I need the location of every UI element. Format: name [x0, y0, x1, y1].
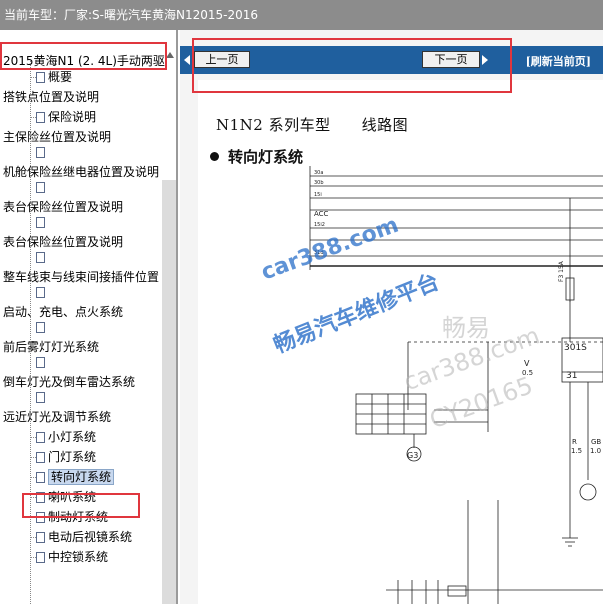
sidebar-item[interactable]: 制动灯系统: [36, 508, 108, 526]
sidebar-item-label: 表台保险丝位置及说明: [3, 200, 124, 214]
sidebar-item[interactable]: 保险说明: [36, 108, 96, 126]
sidebar-item[interactable]: 前后雾灯灯光系统: [3, 338, 99, 356]
gb-label: GB: [591, 438, 601, 446]
sidebar-item-label: 转向灯系统: [48, 469, 115, 485]
document-icon: [36, 552, 45, 563]
document-icon: [36, 432, 45, 443]
gb-size-label: 1.0: [590, 447, 601, 455]
sidebar-item-label: 前后雾灯灯光系统: [3, 340, 100, 354]
sidebar-item[interactable]: 表台保险丝位置及说明: [3, 233, 123, 251]
document-icon: [36, 357, 45, 368]
sidebar-item-label: 主保险丝位置及说明: [3, 130, 112, 144]
sidebar-item[interactable]: 小灯系统: [36, 428, 96, 446]
next-arrow-icon[interactable]: [482, 55, 488, 65]
sidebar-item[interactable]: 中控锁系统: [36, 548, 108, 566]
scroll-up-arrow-icon[interactable]: [166, 52, 174, 58]
sidebar-item-label: 喇叭系统: [48, 490, 97, 504]
prev-arrow-icon[interactable]: [184, 55, 190, 65]
top-bar: 当前车型：厂家:S-曙光汽车黄海N12015-2016: [0, 0, 603, 30]
row-label-0: 30a: [314, 170, 323, 176]
sidebar-item[interactable]: 主保险丝位置及说明: [3, 128, 111, 146]
tree-root-label: 2015黄海N1 (2. 4L)手动两驱: [3, 54, 165, 68]
nav-bar: 上一页 下一页 [刷新当前页]: [180, 46, 603, 74]
document-icon: [36, 532, 45, 543]
ground-g3-label: G3: [407, 451, 418, 460]
sidebar-scrollbar[interactable]: [162, 180, 176, 604]
r-label: R: [572, 438, 577, 446]
current-model-label: 当前车型：: [4, 8, 65, 22]
sidebar-item[interactable]: 喇叭系统: [36, 488, 96, 506]
acc-label: ACC: [314, 210, 329, 218]
document-icon: [36, 392, 45, 403]
sidebar-item[interactable]: 机舱保险丝继电器位置及说明: [3, 163, 159, 181]
sidebar-item-label: 表台保险丝位置及说明: [3, 235, 124, 249]
sidebar-item-label: 搭铁点位置及说明: [3, 90, 100, 104]
sidebar-item-label: 小灯系统: [48, 430, 97, 444]
row-label-4: 15i2: [314, 222, 325, 228]
sidebar-item-label: 概要: [48, 70, 73, 84]
tree-root[interactable]: 2015黄海N1 (2. 4L)手动两驱: [3, 52, 165, 70]
sidebar-item-label: 电动后视镜系统: [48, 530, 133, 544]
sidebar-item[interactable]: 整车线束与线束间接插件位置: [3, 268, 159, 286]
sidebar-item-label: 制动灯系统: [48, 510, 109, 524]
refresh-page-link[interactable]: [刷新当前页]: [526, 53, 591, 69]
sidebar-item-label: 机舱保险丝继电器位置及说明: [3, 165, 160, 179]
document-icon: [36, 72, 45, 83]
document-icon: [36, 252, 45, 263]
document-page: N1N2 系列车型 线路图 转向灯系统 30a 30b 15i 15i2 31d…: [198, 80, 603, 604]
connector-31-label: 31: [566, 371, 577, 381]
sidebar-item-label: 保险说明: [48, 110, 97, 124]
document-icon: [36, 147, 45, 158]
sidebar-item-label: 门灯系统: [48, 450, 97, 464]
sidebar-item-label: 整车线束与线束间接插件位置: [3, 270, 160, 284]
sidebar-item[interactable]: 启动、充电、点火系统: [3, 303, 123, 321]
main-panel: 上一页 下一页 [刷新当前页] N1N2 系列车型 线路图 转向灯系统 30a …: [180, 30, 603, 604]
sidebar-item[interactable]: 表台保险丝位置及说明: [3, 198, 123, 216]
row-label-2: 15i: [314, 192, 322, 198]
connector-301-label: 301S: [564, 343, 587, 353]
sidebar-item[interactable]: 电动后视镜系统: [36, 528, 132, 546]
document-icon: [36, 322, 45, 333]
current-model-value: 厂家:S-曙光汽车黄海N12015-2016: [64, 8, 259, 22]
sidebar-item-label: 中控锁系统: [48, 550, 109, 564]
document-icon: [36, 472, 45, 483]
sidebar-item-label: 远近灯光及调节系统: [3, 410, 112, 424]
watermark-brand: 畅易: [442, 314, 490, 342]
next-page-button[interactable]: 下一页: [422, 51, 480, 68]
sidebar-item[interactable]: 倒车灯光及倒车雷达系统: [3, 373, 135, 391]
r-size-label: 1.5: [571, 447, 582, 455]
prev-page-button[interactable]: 上一页: [194, 51, 250, 68]
sidebar-item-label: 启动、充电、点火系统: [3, 305, 124, 319]
document-icon: [36, 452, 45, 463]
sidebar-item-label: 倒车灯光及倒车雷达系统: [3, 375, 136, 389]
fuse-label: F3 15A: [558, 260, 565, 282]
sidebar-item[interactable]: 远近灯光及调节系统: [3, 408, 111, 426]
document-icon: [36, 287, 45, 298]
document-icon: [36, 512, 45, 523]
tree-guide-line: [30, 60, 31, 604]
sidebar-item[interactable]: 概要: [36, 68, 72, 86]
sidebar-item[interactable]: 门灯系统: [36, 448, 96, 466]
row-label-1: 30b: [314, 180, 324, 186]
document-icon: [36, 492, 45, 503]
document-icon: [36, 217, 45, 228]
wiring-diagram: 30a 30b 15i 15i2 31d ACC F3 15A V 0.5 30…: [309, 166, 603, 604]
document-icon: [36, 112, 45, 123]
v-label: V: [524, 359, 530, 368]
sidebar-tree: 2015黄海N1 (2. 4L)手动两驱 概要搭铁点位置及说明保险说明主保险丝位…: [0, 30, 178, 604]
sidebar-item[interactable]: 转向灯系统: [36, 468, 115, 486]
document-icon: [36, 182, 45, 193]
sidebar-item[interactable]: 搭铁点位置及说明: [3, 88, 99, 106]
